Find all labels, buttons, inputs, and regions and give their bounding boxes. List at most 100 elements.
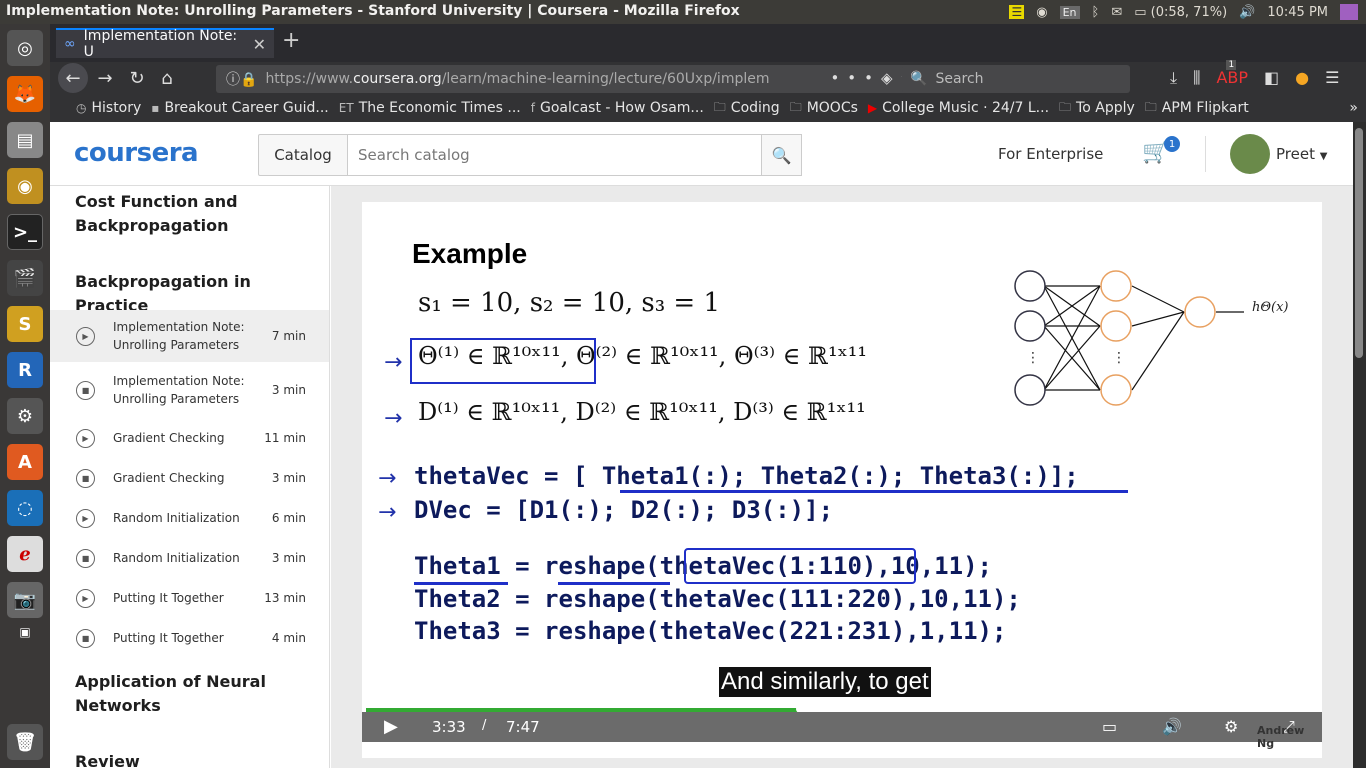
lesson-duration: 11 min <box>264 431 306 445</box>
section-heading[interactable]: Cost Function and Backpropagation <box>75 190 275 238</box>
user-name: Preet <box>1276 145 1315 163</box>
clock[interactable]: 10:45 PM <box>1267 5 1328 20</box>
video-player[interactable]: Example s₁ = 10, s₂ = 10, s₃ = 1 Θ⁽¹⁾ ∈ … <box>362 202 1322 758</box>
volume-icon[interactable]: 🔊 <box>1239 5 1255 20</box>
downloads-icon[interactable]: ⤓ <box>1170 68 1177 88</box>
ubuntu-dash-icon[interactable]: ◎ <box>7 30 43 66</box>
catalog-search-input[interactable]: Search catalog <box>347 134 762 176</box>
subtitles-icon[interactable]: ▭ <box>1102 717 1117 736</box>
lesson-item[interactable]: ■ Implementation Note: Unrolling Paramete… <box>50 364 329 416</box>
app-icon[interactable]: ◌ <box>7 490 43 526</box>
sidebar-icon[interactable]: ◧ <box>1264 68 1279 88</box>
adblock-count: 1 <box>1226 60 1237 70</box>
system-settings-icon[interactable]: ⚙ <box>7 398 43 434</box>
bookmark-label: College Music · 24/7 L... <box>882 100 1050 116</box>
user-menu[interactable]: Preet ▼ <box>1276 145 1327 163</box>
lesson-title: Random Initialization <box>113 551 240 565</box>
workspace-icon[interactable]: ▣ <box>7 614 43 650</box>
svg-text:⋮: ⋮ <box>1112 350 1126 366</box>
lesson-item[interactable]: ▶ Gradient Checking 11 min <box>50 418 329 458</box>
search-icon: 🔍 <box>771 145 792 165</box>
camera-icon[interactable]: 📷 <box>7 582 43 618</box>
bookmark-item[interactable]: ▪ Breakout Career Guid... <box>151 100 328 116</box>
back-button[interactable]: ← <box>58 63 88 93</box>
play-icon[interactable]: ▶ <box>384 716 398 737</box>
terminal-icon[interactable]: >_ <box>7 214 43 250</box>
slide-title: Example <box>412 238 528 269</box>
bookmark-label: Breakout Career Guid... <box>164 100 329 116</box>
current-time: 3:33 <box>432 718 466 736</box>
bookmark-item[interactable]: ◷ History <box>76 100 141 116</box>
wifi-icon[interactable]: ◉ <box>1036 5 1047 20</box>
code-line-thetavec: thetaVec = [ Theta1(:); Theta2(:); Theta… <box>414 462 1079 490</box>
lesson-item[interactable]: ▶ Putting It Together 13 min <box>50 578 329 618</box>
bookmark-item[interactable]: 🗀 Coding <box>714 98 780 119</box>
launcher: ◎ 🦊 ▤ ◉ >_ 🎬 S R ⚙ A ◌ ℯ 📷 ▣ 🗑 <box>0 24 50 768</box>
bookmark-item[interactable]: ▶ College Music · 24/7 L... <box>868 100 1049 116</box>
extension-icon[interactable]: ● <box>1295 68 1309 88</box>
firefox-icon[interactable]: 🦊 <box>7 76 43 112</box>
lesson-item[interactable]: ■ Putting It Together 4 min <box>50 618 329 658</box>
files-icon[interactable]: ▤ <box>7 122 43 158</box>
network-output-label: hΘ(x) <box>1252 300 1289 315</box>
site-header: coursera Catalog Search catalog 🔍 For En… <box>50 122 1353 186</box>
sublime-icon[interactable]: S <box>7 306 43 342</box>
lesson-title: Putting It Together <box>113 631 224 645</box>
video-editor-icon[interactable]: 🎬 <box>7 260 43 296</box>
code-line-reshape-2: Theta2 = reshape(thetaVec(111:220),10,11… <box>414 585 1021 613</box>
catalog-button[interactable]: Catalog <box>258 134 348 176</box>
trash-icon[interactable]: 🗑 <box>7 724 43 760</box>
section-heading[interactable]: Application of Neural Networks <box>75 670 275 718</box>
search-button[interactable]: 🔍 <box>761 134 802 176</box>
settings-gear-icon[interactable]: ⚙ <box>1224 717 1238 736</box>
lesson-duration: 4 min <box>271 631 306 645</box>
software-center-icon[interactable]: A <box>7 444 43 480</box>
rstudio-icon[interactable]: R <box>7 352 43 388</box>
section-heading[interactable]: Review <box>75 750 140 768</box>
bookmark-item[interactable]: 🗀 APM Flipkart <box>1145 98 1249 119</box>
avatar[interactable] <box>1230 134 1270 174</box>
writer-icon[interactable]: ℯ <box>7 536 43 572</box>
system-tray: ☰ ◉ En ᛒ ✉ ▭ (0:58, 71%) 🔊 10:45 PM <box>1009 0 1366 24</box>
page-scrollbar[interactable] <box>1353 122 1366 768</box>
settings-icon[interactable] <box>1340 4 1358 20</box>
adblock-icon[interactable]: ABP 1 <box>1216 60 1248 88</box>
more-actions-icon[interactable]: ••• <box>830 69 881 87</box>
close-tab-icon[interactable]: ✕ <box>253 35 266 54</box>
scrollbar-thumb[interactable] <box>1355 128 1363 358</box>
lesson-item[interactable]: ▶ Random Initialization 6 min <box>50 498 329 538</box>
forward-button[interactable]: → <box>92 66 118 90</box>
bookmark-item[interactable]: 🗀 To Apply <box>1059 98 1135 119</box>
cart-button[interactable]: 🛒 1 <box>1142 136 1180 165</box>
bookmark-item[interactable]: ET The Economic Times ... <box>339 100 521 116</box>
browser-search-field[interactable]: 🔍 Search <box>902 65 1130 93</box>
lesson-title: Gradient Checking <box>113 471 225 485</box>
header-divider <box>1205 136 1206 172</box>
pocket-icon[interactable]: ◈ <box>881 69 901 87</box>
keyboard-language[interactable]: En <box>1059 5 1080 19</box>
battery-status[interactable]: ▭ (0:58, 71%) <box>1134 5 1227 20</box>
folder-icon: 🗀 <box>1059 99 1072 114</box>
more-bookmarks-icon[interactable]: » <box>1349 100 1366 116</box>
bookmark-item[interactable]: 🗀 MOOCs <box>790 98 858 119</box>
layer-sizes-line: s₁ = 10, s₂ = 10, s₃ = 1 <box>418 288 721 318</box>
library-icon[interactable]: ⫼ <box>1193 68 1200 88</box>
lesson-item[interactable]: ▶ Implementation Note: Unrolling Paramete… <box>50 310 329 362</box>
active-tab[interactable]: ∞ Implementation Note: U ✕ <box>56 28 274 60</box>
bluetooth-icon[interactable]: ᛒ <box>1092 5 1100 20</box>
home-button[interactable]: ⌂ <box>154 66 180 90</box>
url-bar[interactable]: ⓘ🔒 https://www.coursera.org/learn/machin… <box>216 65 930 93</box>
new-tab-icon[interactable]: + <box>282 28 300 53</box>
site-info-icon[interactable]: ⓘ🔒 <box>226 69 257 89</box>
menu-icon[interactable]: ☰ <box>1325 68 1339 88</box>
lesson-item[interactable]: ■ Gradient Checking 3 min <box>50 458 329 498</box>
bookmark-item[interactable]: f Goalcast - How Osam... <box>531 100 704 116</box>
coursera-logo[interactable]: coursera <box>74 138 199 168</box>
for-enterprise-link[interactable]: For Enterprise <box>998 145 1103 163</box>
rhythmbox-icon[interactable]: ◉ <box>7 168 43 204</box>
indicator-icon[interactable]: ☰ <box>1009 5 1025 19</box>
lesson-item[interactable]: ■ Random Initialization 3 min <box>50 538 329 578</box>
reload-button[interactable]: ↻ <box>124 66 150 90</box>
volume-icon[interactable]: 🔊 <box>1162 717 1182 736</box>
mail-icon[interactable]: ✉ <box>1111 5 1122 20</box>
